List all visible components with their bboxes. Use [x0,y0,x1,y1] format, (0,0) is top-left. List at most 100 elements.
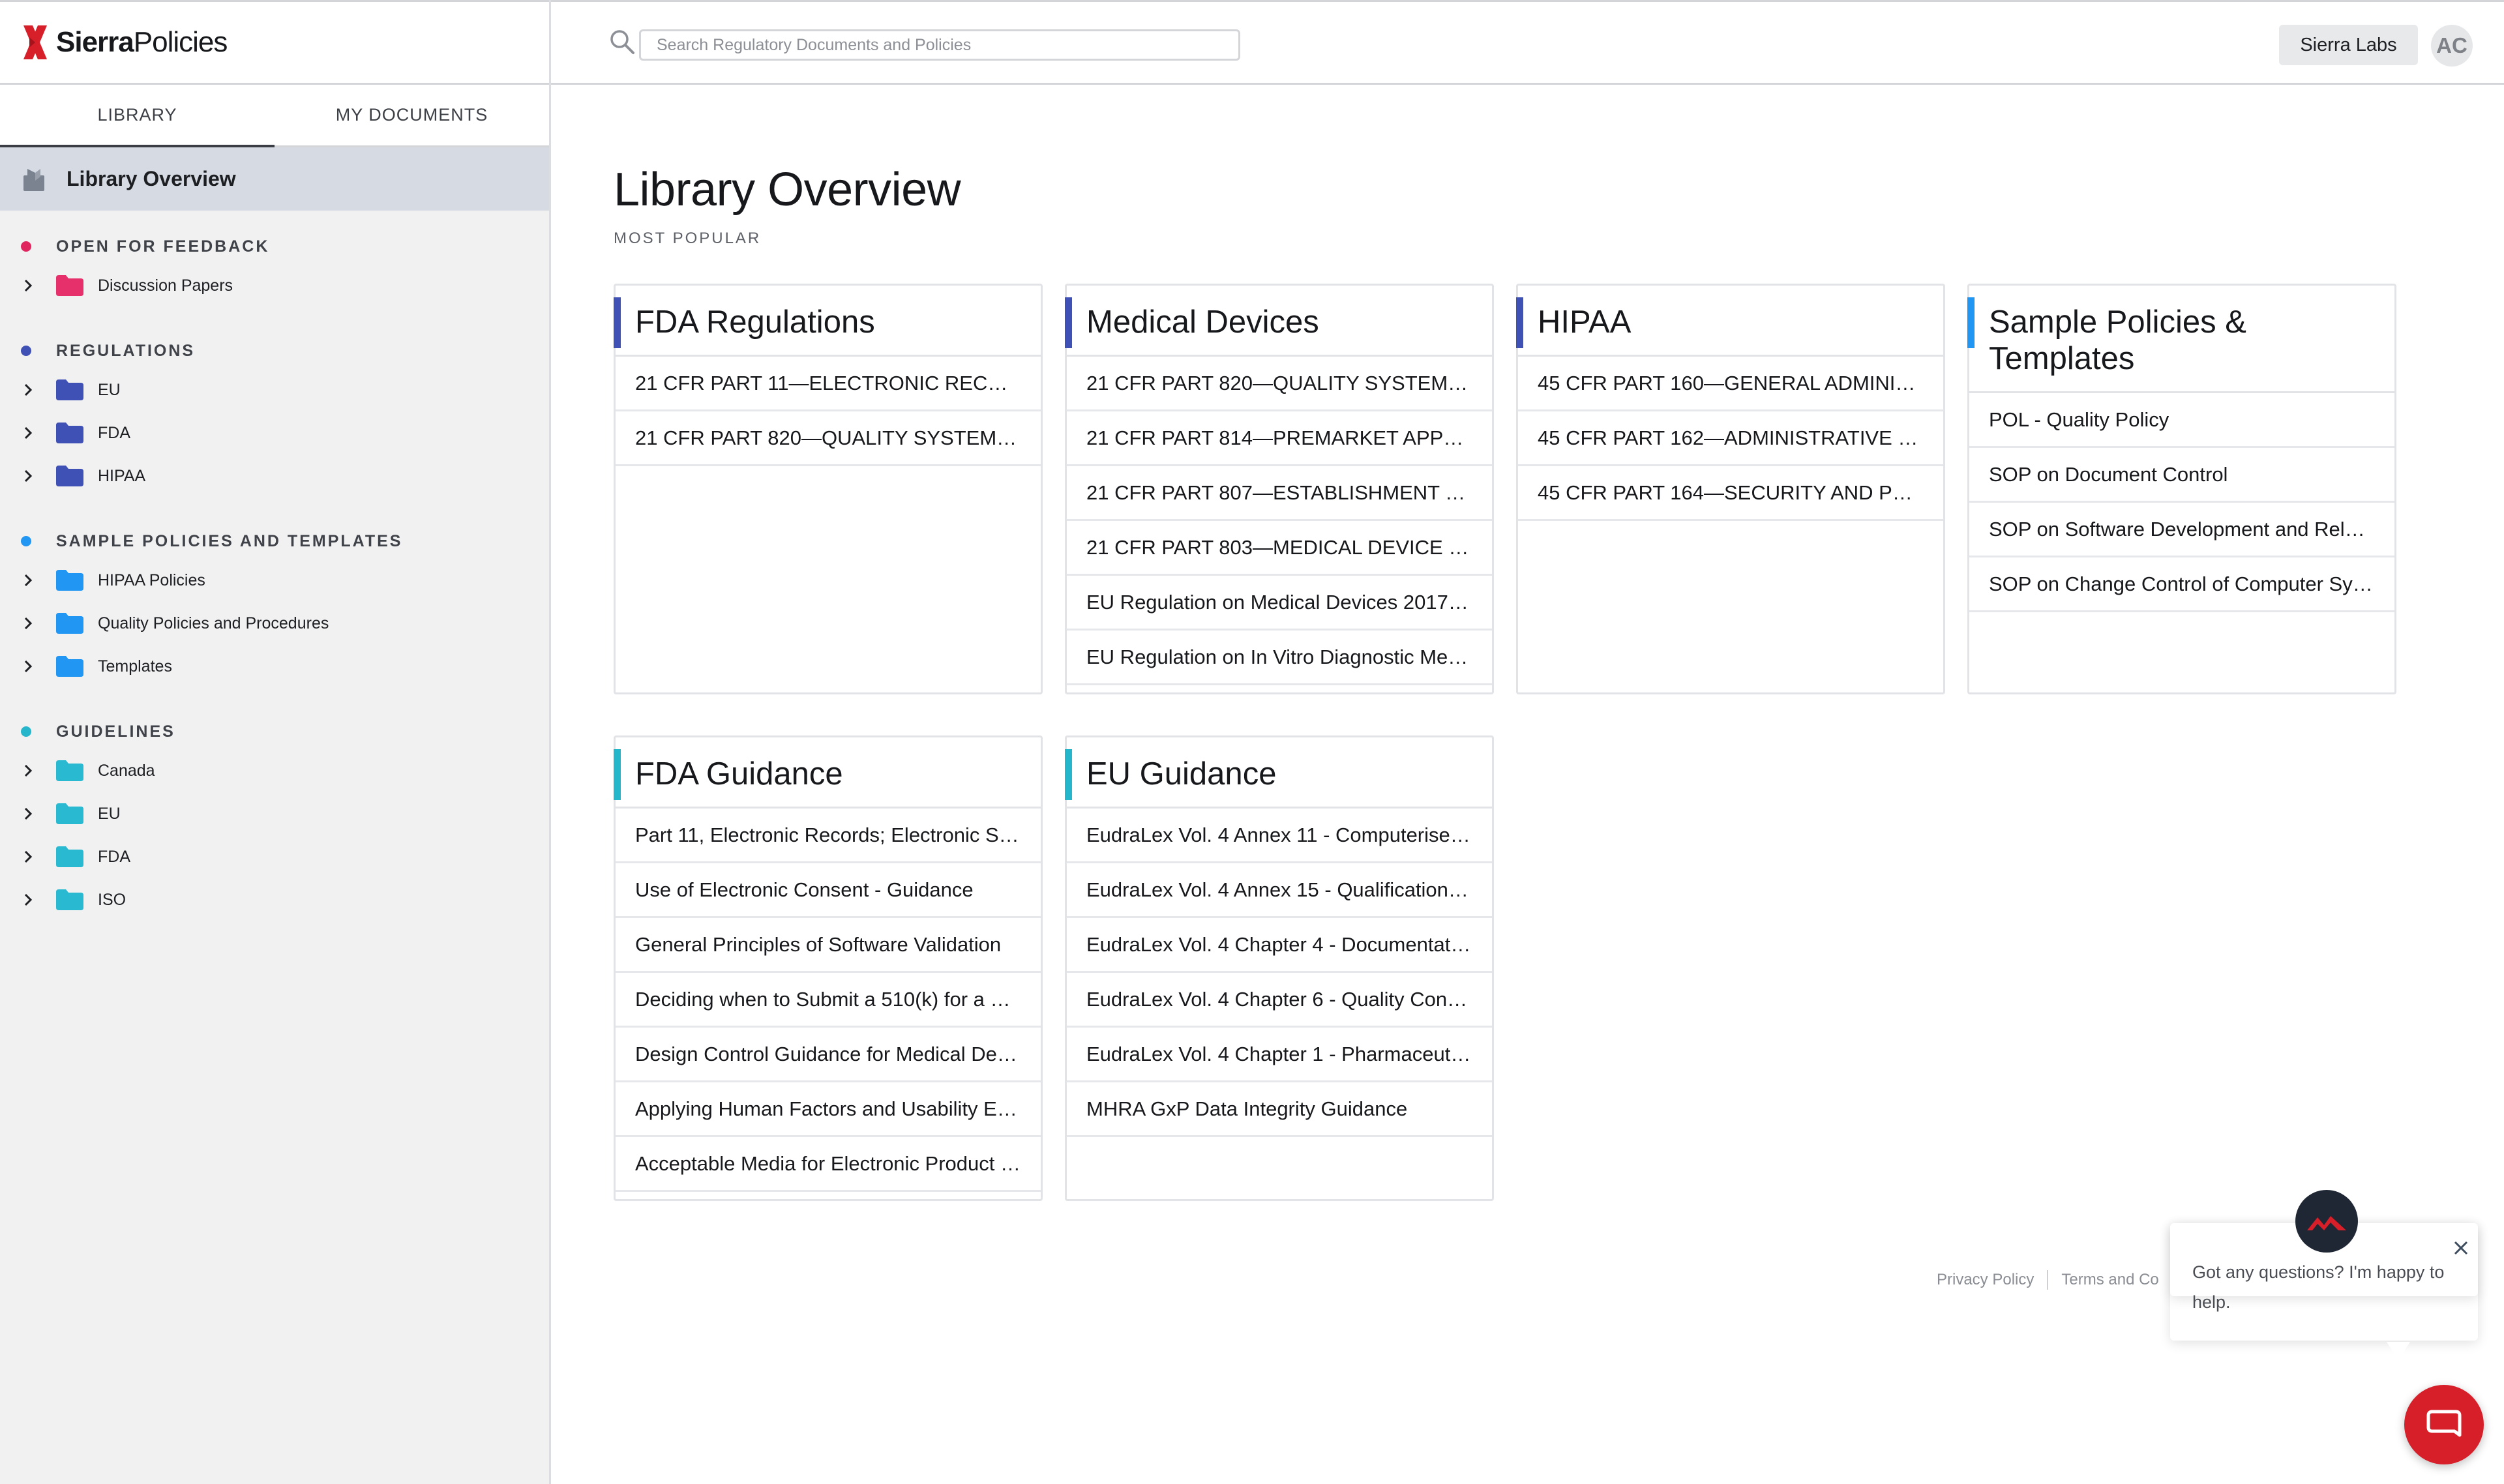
card-item-label: SOP on Change Control of Computer System… [1989,572,2375,595]
most-popular-heading: MOST POPULAR [614,230,762,247]
card-item[interactable]: SOP on Document Control [1969,448,2394,503]
card-header[interactable]: FDA Regulations [614,286,1041,357]
sidebar-item-quality-policies[interactable]: Quality Policies and Procedures [0,602,549,645]
card-item[interactable]: Use of Electronic Consent - Guidance [616,863,1041,918]
organization-button[interactable]: Sierra Labs [2279,25,2418,65]
tab-library[interactable]: LIBRARY [0,85,275,147]
card-item[interactable]: 45 CFR PART 160—GENERAL ADMINISTRATIVE R… [1518,357,1943,411]
folder-icon [56,423,83,443]
chevron-right-icon[interactable] [20,658,37,675]
card-item[interactable]: 45 CFR PART 164—SECURITY AND PRIVACY [1518,466,1943,521]
card-item[interactable]: 21 CFR PART 11—ELECTRONIC RECORDS; ELECT… [616,357,1041,411]
card-item-label: EudraLex Vol. 4 Annex 11 - Computerised … [1086,823,1472,846]
terms-link[interactable]: Terms and Co [2061,1271,2158,1289]
card-item[interactable]: EudraLex Vol. 4 Annex 11 - Computerised … [1067,809,1492,863]
card-item-label: SOP on Software Development and Release [1989,517,2375,541]
chevron-right-icon[interactable] [20,762,37,779]
card-medical-devices: Medical Devices 21 CFR PART 820—QUALITY … [1065,284,1494,694]
card-item[interactable]: POL - Quality Policy [1969,393,2394,448]
brand-name-bold: Sierra [56,26,134,58]
chevron-right-icon[interactable] [20,615,37,632]
card-item[interactable]: 21 CFR PART 814—PREMARKET APPROVAL OF ME… [1067,411,1492,466]
tree-item-label: Quality Policies and Procedures [98,614,329,632]
card-item[interactable]: EudraLex Vol. 4 Chapter 1 - Pharmaceutic… [1067,1028,1492,1082]
card-header[interactable]: HIPAA [1516,286,1943,357]
sierra-x-logo-icon [21,22,50,63]
tab-my-documents[interactable]: MY DOCUMENTS [275,85,549,145]
sidebar-item-hipaa-policies[interactable]: HIPAA Policies [0,559,549,602]
chevron-right-icon[interactable] [20,891,37,908]
section-dot [21,536,31,546]
folder-icon [56,275,83,296]
card-item[interactable]: Acceptable Media for Electronic Product … [616,1137,1041,1192]
privacy-policy-link[interactable]: Privacy Policy [1937,1271,2034,1289]
close-icon[interactable] [2451,1238,2471,1258]
section-open-for-feedback: OPEN FOR FEEDBACK [0,229,549,264]
card-header[interactable]: EU Guidance [1065,737,1492,809]
card-item[interactable]: SOP on Software Development and Release [1969,503,2394,557]
tree-item-label: HIPAA Policies [98,571,205,589]
card-item[interactable]: General Principles of Software Validatio… [616,918,1041,973]
folder-icon [56,889,83,910]
card-item-label: 21 CFR PART 820—QUALITY SYSTEM REGULATIO… [635,426,1021,449]
sidebar-item-guidelines-eu[interactable]: EU [0,792,549,835]
card-item[interactable]: EudraLex Vol. 4 Chapter 4 - Documentatio… [1067,918,1492,973]
card-item[interactable]: 45 CFR PART 162—ADMINISTRATIVE REQUIREME… [1518,411,1943,466]
card-item[interactable]: Deciding when to Submit a 510(k) for a S… [616,973,1041,1028]
card-item-label: SOP on Document Control [1989,462,2228,486]
sidebar-item-discussion-papers[interactable]: Discussion Papers [0,264,549,307]
card-sample-policies: Sample Policies & Templates POL - Qualit… [1967,284,2396,694]
chevron-right-icon[interactable] [20,572,37,589]
chat-message-text: Got any questions? I'm happy to help. [2192,1262,2445,1312]
card-item-label: Use of Electronic Consent - Guidance [635,878,974,901]
card-item[interactable]: 21 CFR PART 820—QUALITY SYSTEM REGULATIO… [616,411,1041,466]
card-item-label: EudraLex Vol. 4 Chapter 6 - Quality Cont… [1086,987,1472,1011]
card-item[interactable]: EudraLex Vol. 4 Chapter 6 - Quality Cont… [1067,973,1492,1028]
card-item-label: 21 CFR PART 11—ELECTRONIC RECORDS; ELECT… [635,371,1021,394]
sidebar-item-guidelines-iso[interactable]: ISO [0,878,549,921]
card-header[interactable]: Medical Devices [1065,286,1492,357]
brand[interactable]: SierraPolicies [0,0,549,85]
chat-launcher-button[interactable] [2404,1385,2484,1464]
tree-item-label: Templates [98,657,172,675]
chevron-right-icon[interactable] [20,277,37,294]
sidebar-item-templates[interactable]: Templates [0,645,549,688]
chevron-right-icon[interactable] [20,381,37,398]
card-item[interactable]: MHRA GxP Data Integrity Guidance [1067,1082,1492,1137]
sidebar: SierraPolicies LIBRARY MY DOCUMENTS Libr… [0,0,551,1484]
sidebar-item-guidelines-canada[interactable]: Canada [0,749,549,792]
card-item[interactable]: SOP on Change Control of Computer System… [1969,557,2394,612]
sidebar-item-regulations-fda[interactable]: FDA [0,411,549,454]
card-header[interactable]: Sample Policies & Templates [1967,286,2394,393]
card-title: EU Guidance [1086,756,1277,792]
search-input[interactable] [639,29,1240,61]
sidebar-item-regulations-eu[interactable]: EU [0,368,549,411]
chevron-right-icon[interactable] [20,805,37,822]
sidebar-item-guidelines-fda[interactable]: FDA [0,835,549,878]
chevron-right-icon[interactable] [20,848,37,865]
card-item[interactable]: EU Regulation on In Vitro Diagnostic Med… [1067,631,1492,685]
card-item[interactable]: Design Control Guidance for Medical Devi… [616,1028,1041,1082]
card-item[interactable]: 21 CFR PART 803—MEDICAL DEVICE REPORTING [1067,521,1492,576]
card-item[interactable]: EudraLex Vol. 4 Annex 15 - Qualification… [1067,863,1492,918]
card-title: HIPAA [1538,304,1632,340]
card-item-label: 21 CFR PART 807—ESTABLISHMENT REGISTRATI… [1086,481,1472,504]
chevron-right-icon[interactable] [20,467,37,484]
card-item-label: 45 CFR PART 160—GENERAL ADMINISTRATIVE R… [1538,371,1924,394]
card-fda-guidance: FDA Guidance Part 11, Electronic Records… [614,735,1043,1201]
card-item[interactable]: 21 CFR PART 807—ESTABLISHMENT REGISTRATI… [1067,466,1492,521]
section-guidelines: GUIDELINES [0,714,549,749]
section-dot [21,241,31,252]
folder-icon [56,803,83,824]
card-item[interactable]: Part 11, Electronic Records; Electronic … [616,809,1041,863]
sidebar-item-library-overview[interactable]: Library Overview [0,147,549,211]
card-item[interactable]: 21 CFR PART 820—QUALITY SYSTEM REGULATIO… [1067,357,1492,411]
sidebar-item-regulations-hipaa[interactable]: HIPAA [0,454,549,497]
card-item-label: Deciding when to Submit a 510(k) for a S… [635,987,1021,1011]
card-item[interactable]: Applying Human Factors and Usability Eng… [616,1082,1041,1137]
card-header[interactable]: FDA Guidance [614,737,1041,809]
card-item[interactable]: EU Regulation on Medical Devices 2017_74… [1067,576,1492,631]
chevron-right-icon[interactable] [20,424,37,441]
card-accent [614,297,621,348]
avatar[interactable]: AC [2431,25,2473,67]
